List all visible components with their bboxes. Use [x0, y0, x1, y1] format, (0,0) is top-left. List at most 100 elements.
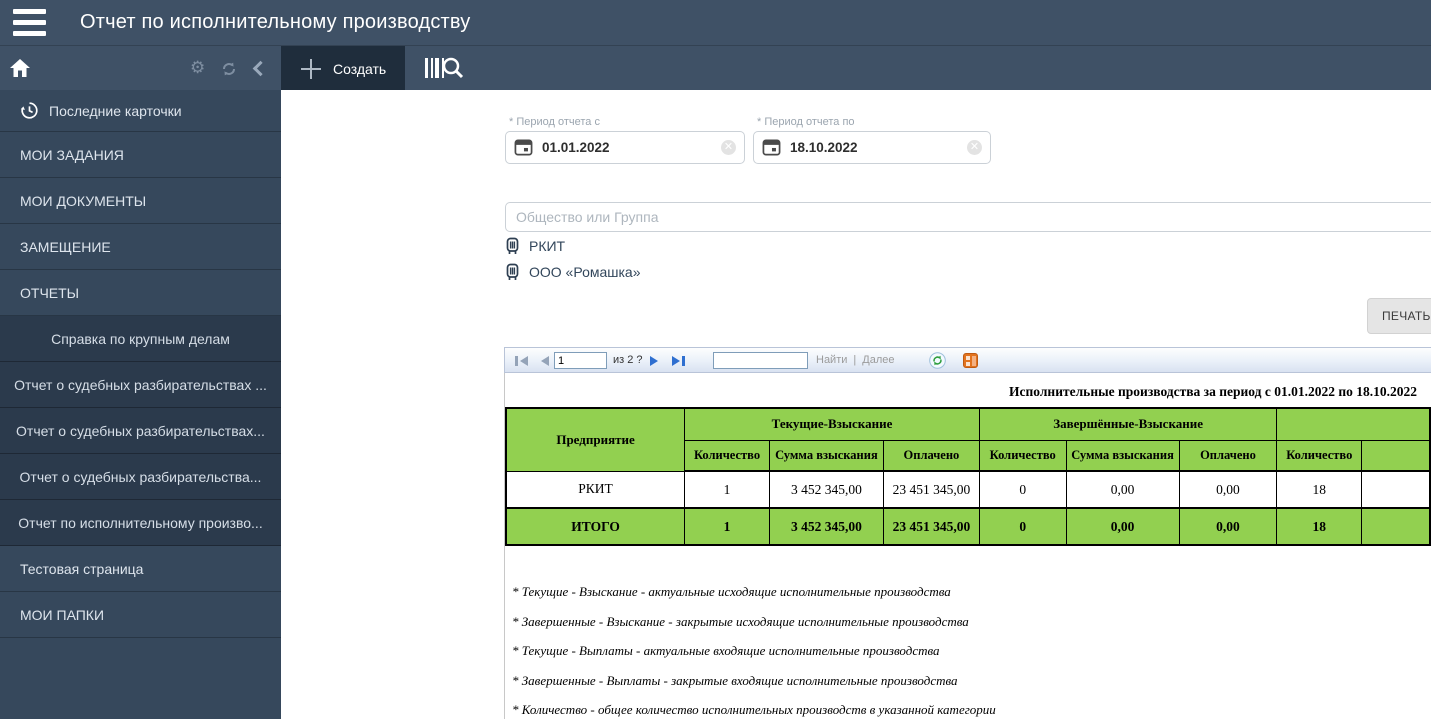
find-link[interactable]: Найти [816, 354, 847, 366]
clear-date-icon[interactable]: ✕ [721, 140, 736, 155]
table-cell: 0,00 [1178, 470, 1278, 509]
clear-date-icon[interactable]: ✕ [967, 140, 982, 155]
table-corner-header: Предприятие [505, 407, 686, 472]
sidebar-item-court-report-3[interactable]: Отчет о судебных разбирательства... [0, 454, 281, 500]
footnote: * Текущие - Выплаты - актуальные входящи… [512, 643, 940, 658]
table-group-header [1276, 407, 1431, 441]
home-icon[interactable] [9, 58, 31, 78]
gear-icon[interactable]: ⚙ [190, 60, 205, 77]
calendar-icon [762, 139, 781, 156]
table-column-header: Количество [684, 439, 770, 472]
report-page: Исполнительные производства за период с … [504, 373, 1431, 719]
export-icon[interactable] [963, 353, 978, 368]
sidebar-item-test-page[interactable]: Тестовая страница [0, 546, 281, 592]
page-count-label: из 2 ? [613, 354, 643, 366]
sidebar-item-my-documents[interactable]: МОИ ДОКУМЕНТЫ [0, 178, 281, 224]
barcode-search-icon[interactable] [423, 54, 467, 84]
organization-building-icon [506, 263, 519, 280]
report-refresh-icon[interactable] [929, 352, 946, 369]
table-cell: 1 [684, 470, 770, 509]
table-group-header: Завершённые-Взыскание [978, 407, 1278, 441]
sidebar-item-large-cases-report[interactable]: Справка по крупным делам [0, 316, 281, 362]
footnote: * Текущие - Взыскание - актуальные исход… [512, 584, 951, 599]
footnote: * Завершенные - Выплаты - закрытые входя… [512, 672, 958, 688]
sidebar-item-label: Последние карточки [49, 102, 182, 119]
table-column-header: Количество [1276, 439, 1363, 472]
page-title: Отчет по исполнительному производству [80, 11, 471, 33]
period-to-label: * Период отчета по [757, 116, 855, 128]
table-cell: 0 [978, 470, 1067, 509]
report-footnotes: * Текущие - Взыскание - актуальные исход… [512, 577, 996, 719]
collapse-chevron-left-icon[interactable] [252, 60, 269, 77]
sidebar-item-enforcement-report[interactable]: Отчет по исполнительному произво... [0, 500, 281, 546]
footnote: * Завершенные - Взыскание - закрытые исх… [512, 613, 969, 629]
sidebar-item-court-report-2[interactable]: Отчет о судебных разбирательствах... [0, 408, 281, 454]
table-cell [1361, 470, 1431, 509]
app-window: Отчет по исполнительному производству ⚙ … [0, 0, 1431, 719]
sidebar-item-recent-cards[interactable]: Последние карточки [0, 90, 281, 132]
company-item[interactable]: РКИТ [505, 237, 565, 255]
table-cell: 23 451 345,00 [882, 470, 980, 509]
table-column-header [1361, 439, 1431, 472]
report-title: Исполнительные производства за период с … [1009, 384, 1417, 399]
calendar-icon [514, 139, 533, 156]
table-group-header: Текущие-Взыскание [684, 407, 980, 441]
first-page-button[interactable] [513, 356, 530, 366]
table-cell: 18 [1276, 470, 1363, 509]
print-button[interactable]: ПЕЧАТЬ [1367, 298, 1431, 334]
period-from-label: * Период отчета с [509, 116, 600, 128]
app-toolbar: ⚙ Создать [0, 45, 1431, 91]
sidebar-item-court-report-1[interactable]: Отчет о судебных разбирательствах ... [0, 362, 281, 408]
period-from-value: 01.01.2022 [542, 140, 610, 155]
period-to-field[interactable]: 18.10.2022 ✕ [753, 131, 991, 164]
table-cell: 1 [684, 507, 770, 546]
table-cell-company: РКИТ [505, 470, 686, 509]
table-cell: 0,00 [1065, 470, 1180, 509]
table-column-header: Оплачено [1178, 439, 1278, 472]
report-viewer-toolbar: из 2 ? Найти | Далее [504, 347, 1431, 373]
refresh-icon[interactable] [220, 60, 238, 78]
hamburger-menu-icon[interactable] [13, 9, 46, 36]
page-number-input[interactable] [554, 352, 607, 369]
history-clock-icon [20, 102, 38, 119]
period-to-value: 18.10.2022 [790, 140, 858, 155]
sidebar-item-my-tasks[interactable]: МОИ ЗАДАНИЯ [0, 132, 281, 178]
company-name: РКИТ [529, 238, 566, 254]
plus-icon [301, 58, 321, 79]
footnote: * Количество - общее количество исполнит… [512, 702, 996, 717]
company-item[interactable]: ООО «Ромашка» [505, 263, 641, 281]
table-cell: 3 452 345,00 [768, 507, 884, 546]
table-total-row: ИТОГО 1 3 452 345,00 23 451 345,00 0 0,0… [505, 507, 1431, 546]
table-cell: 18 [1276, 507, 1363, 546]
top-header: Отчет по исполнительному производству [0, 0, 1431, 45]
table-column-header: Сумма взыскания [1065, 439, 1180, 472]
report-search-input[interactable] [713, 352, 808, 369]
report-viewer: из 2 ? Найти | Далее [504, 347, 1431, 719]
period-from-field[interactable]: 01.01.2022 ✕ [505, 131, 745, 164]
create-button[interactable]: Создать [281, 46, 405, 91]
next-page-button[interactable] [648, 356, 660, 366]
table-column-header: Оплачено [882, 439, 980, 472]
last-page-button[interactable] [670, 356, 687, 366]
table-column-header: Количество [978, 439, 1067, 472]
table-cell: 0 [978, 507, 1067, 546]
table-cell: 3 452 345,00 [768, 470, 884, 509]
sidebar-item-my-folders[interactable]: МОИ ПАПКИ [0, 592, 281, 638]
sidebar: Последние карточки МОИ ЗАДАНИЯ МОИ ДОКУМ… [0, 90, 281, 719]
table-column-header: Сумма взыскания [768, 439, 884, 472]
table-cell: 0,00 [1065, 507, 1180, 546]
previous-page-button[interactable] [539, 356, 551, 366]
find-next-link[interactable]: Далее [862, 354, 894, 366]
report-table: Предприятие Текущие-Взыскание Завершённы… [505, 407, 1431, 546]
sidebar-item-reports[interactable]: ОТЧЕТЫ [0, 270, 281, 316]
table-cell-company: ИТОГО [505, 507, 686, 546]
company-name: ООО «Ромашка» [529, 264, 641, 280]
table-cell: 0,00 [1178, 507, 1278, 546]
sidebar-item-substitution[interactable]: ЗАМЕЩЕНИЕ [0, 224, 281, 270]
organization-input[interactable] [505, 202, 1431, 232]
main-content: * Период отчета с * Период отчета по 01.… [281, 90, 1431, 719]
table-row: РКИТ 1 3 452 345,00 23 451 345,00 0 0,00… [505, 470, 1431, 509]
table-cell: 23 451 345,00 [882, 507, 980, 546]
table-cell [1361, 507, 1431, 546]
create-button-label: Создать [333, 60, 387, 77]
